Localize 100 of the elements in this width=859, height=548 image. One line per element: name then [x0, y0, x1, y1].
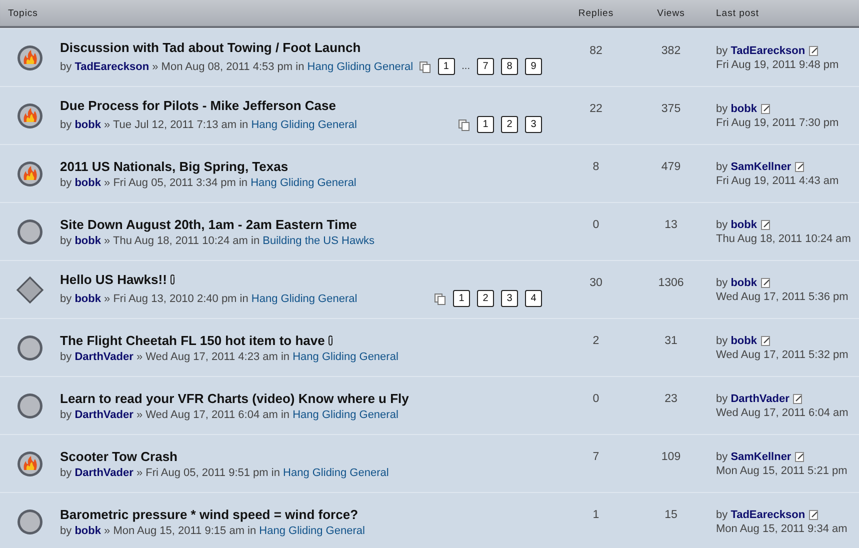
- page-link[interactable]: 1: [477, 116, 494, 133]
- view-post-icon[interactable]: [809, 46, 820, 56]
- topic-meta: by bobk » Fri Aug 05, 2011 3:34 pm in Hang Gliding General: [60, 176, 356, 188]
- last-post-author: by DarthVader: [716, 392, 790, 404]
- topic-meta: by bobk » Thu Aug 18, 2011 10:24 am in Building the US Hawks: [60, 234, 375, 246]
- forum-link[interactable]: Hang Gliding General: [259, 524, 365, 536]
- view-post-icon[interactable]: [760, 278, 771, 288]
- views-count: 382: [660, 44, 682, 56]
- view-post-icon[interactable]: [793, 394, 804, 404]
- column-header: Last post: [715, 8, 760, 18]
- replies-count: 22: [588, 102, 604, 114]
- page-link[interactable]: 4: [525, 290, 542, 307]
- views-count: 15: [664, 508, 678, 520]
- page-link[interactable]: 1: [453, 290, 470, 307]
- views-count: 13: [664, 218, 678, 230]
- author-link[interactable]: bobk: [730, 218, 757, 230]
- column-header: Replies: [577, 8, 615, 18]
- forum-link[interactable]: Hang Gliding General: [292, 350, 398, 362]
- page-link[interactable]: 7: [477, 58, 494, 75]
- author-link[interactable]: bobk: [74, 234, 101, 246]
- forum-link[interactable]: Building the US Hawks: [262, 234, 375, 246]
- topic-title-link[interactable]: Scooter Tow Crash: [60, 448, 178, 464]
- topic-title-link[interactable]: The Flight Cheetah FL 150 hot item to have: [60, 332, 325, 348]
- topic-meta: by bobk » Fri Aug 13, 2010 2:40 pm in Hang Gliding General: [60, 292, 358, 304]
- author-link[interactable]: bobk: [74, 118, 101, 130]
- page-link[interactable]: 2: [477, 290, 494, 307]
- author-link[interactable]: SamKellner: [730, 450, 792, 462]
- view-post-icon[interactable]: [809, 510, 820, 520]
- topic-title-link[interactable]: Discussion with Tad about Towing / Foot Launch: [60, 40, 361, 55]
- view-post-icon[interactable]: [760, 220, 771, 230]
- author-link[interactable]: bobk: [74, 176, 101, 188]
- replies-count: 82: [588, 44, 604, 56]
- last-post-author: by bobk: [716, 334, 757, 346]
- topic-meta: by bobk » Mon Aug 15, 2011 9:15 am in Hang Gliding General: [60, 524, 365, 536]
- author-link[interactable]: SamKellner: [730, 160, 792, 172]
- last-post-date: Fri Aug 19, 2011 4:43 am: [716, 174, 840, 186]
- views-count: 109: [660, 450, 682, 462]
- view-post-icon[interactable]: [795, 162, 806, 172]
- last-post-author: by bobk: [716, 218, 757, 230]
- last-post-author: by SamKellner: [716, 450, 792, 462]
- view-post-icon[interactable]: [760, 336, 771, 346]
- last-post-author: by TadEareckson: [716, 508, 806, 520]
- last-post-date: Wed Aug 17, 2011 5:32 pm: [716, 348, 850, 360]
- views-count: 1306: [657, 276, 685, 288]
- author-link[interactable]: TadEareckson: [730, 44, 806, 56]
- author-link[interactable]: TadEareckson: [730, 508, 806, 520]
- author-link[interactable]: DarthVader: [74, 466, 134, 478]
- author-link[interactable]: DarthVader: [74, 350, 134, 362]
- author-link[interactable]: TadEareckson: [74, 60, 150, 72]
- author-link[interactable]: bobk: [74, 524, 101, 536]
- last-post-author: by TadEareckson: [716, 44, 806, 56]
- topic-title-link[interactable]: 2011 US Nationals, Big Spring, Texas: [60, 158, 288, 174]
- pages-icon: [418, 60, 431, 72]
- page-link[interactable]: 1: [438, 58, 455, 75]
- author-link[interactable]: bobk: [730, 276, 757, 288]
- author-link[interactable]: bobk: [74, 292, 101, 304]
- view-post-icon[interactable]: [760, 104, 771, 114]
- topic-meta: by DarthVader » Fri Aug 05, 2011 9:51 pm in Hang Gliding General: [60, 466, 389, 478]
- topic-title-link[interactable]: Barometric pressure * wind speed = wind force?: [60, 506, 358, 522]
- page-link[interactable]: 8: [501, 58, 518, 75]
- topic-meta: by DarthVader » Wed Aug 17, 2011 4:23 am in Hang Gliding General: [60, 350, 398, 362]
- forum-link[interactable]: Hang Gliding General: [307, 60, 414, 72]
- author-link[interactable]: bobk: [730, 102, 757, 114]
- page-link[interactable]: 9: [525, 58, 542, 75]
- last-post-date: Wed Aug 17, 2011 6:04 am: [716, 406, 850, 418]
- topic-title-link[interactable]: Due Process for Pilots - Mike Jefferson Case: [60, 98, 336, 113]
- topic-title-link[interactable]: Learn to read your VFR Charts (video) Know where u Fly: [60, 390, 409, 406]
- views-count: 375: [660, 102, 682, 114]
- replies-count: 2: [592, 334, 600, 346]
- topic-title-link[interactable]: Hello US Hawks!!: [60, 272, 167, 287]
- page-link[interactable]: 3: [525, 116, 542, 133]
- last-post-author: by bobk: [716, 102, 757, 114]
- last-post-date: Thu Aug 18, 2011 10:24 am: [716, 232, 852, 244]
- topic-meta: by DarthVader » Wed Aug 17, 2011 6:04 am in Hang Gliding General: [60, 408, 398, 420]
- forum-link[interactable]: Hang Gliding General: [292, 408, 398, 420]
- last-post-author: by bobk: [716, 276, 757, 288]
- author-link[interactable]: DarthVader: [730, 392, 790, 404]
- topic-title-link[interactable]: Site Down August 20th, 1am - 2am Eastern Time: [60, 216, 357, 232]
- column-header: Views: [656, 8, 686, 18]
- last-post-date: Fri Aug 19, 2011 9:48 pm: [716, 58, 840, 70]
- views-count: 31: [664, 334, 678, 346]
- last-post-date: Mon Aug 15, 2011 5:21 pm: [716, 464, 848, 476]
- page-link[interactable]: 3: [501, 290, 518, 307]
- author-link[interactable]: bobk: [730, 334, 757, 346]
- views-count: 23: [664, 392, 678, 404]
- last-post-date: Fri Aug 19, 2011 7:30 pm: [716, 116, 840, 128]
- topic-meta: by TadEareckson » Mon Aug 08, 2011 4:53 pm in Hang Gliding General: [60, 60, 414, 72]
- page-link[interactable]: 2: [501, 116, 518, 133]
- forum-link[interactable]: Hang Gliding General: [251, 292, 358, 304]
- replies-count: 0: [592, 218, 600, 230]
- author-link[interactable]: DarthVader: [74, 408, 134, 420]
- last-post-author: by SamKellner: [716, 160, 792, 172]
- forum-link[interactable]: Hang Gliding General: [251, 118, 357, 130]
- pages-icon: [434, 292, 446, 304]
- last-post-date: Wed Aug 17, 2011 5:36 pm: [716, 290, 850, 302]
- column-header: Topics: [7, 8, 39, 18]
- replies-count: 8: [592, 160, 600, 172]
- view-post-icon[interactable]: [795, 452, 806, 462]
- forum-link[interactable]: Hang Gliding General: [283, 466, 389, 478]
- forum-link[interactable]: Hang Gliding General: [250, 176, 356, 188]
